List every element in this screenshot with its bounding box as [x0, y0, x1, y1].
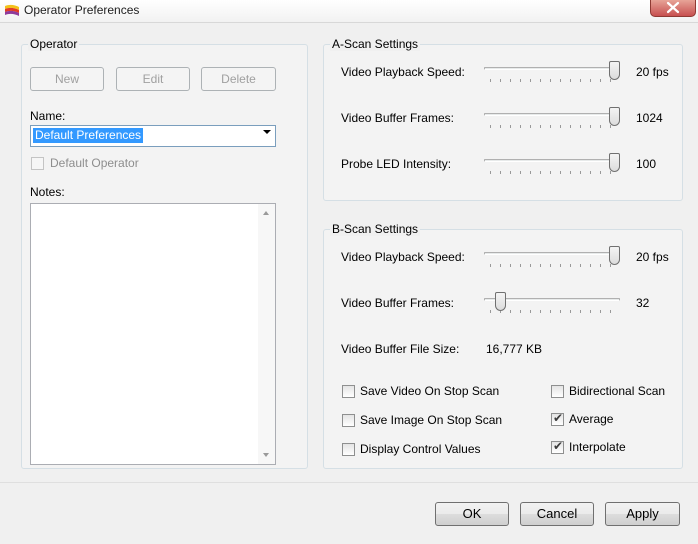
display-control-label: Display Control Values [360, 442, 481, 456]
bscan-playback-speed-slider[interactable] [484, 246, 620, 268]
slider-thumb[interactable] [609, 61, 620, 80]
chevron-down-icon[interactable] [263, 130, 271, 134]
bscan-group: B-Scan Settings Video Playback Speed: 20… [323, 222, 683, 469]
slider-thumb[interactable] [494, 292, 506, 311]
slider-thumb[interactable] [609, 107, 620, 126]
close-button[interactable] [650, 0, 696, 17]
bidirectional-label: Bidirectional Scan [569, 384, 666, 398]
average-checkbox[interactable]: ✔ [551, 411, 564, 426]
check-icon: ✔ [553, 439, 564, 453]
bscan-playback-speed-value: 20 fps [636, 250, 669, 264]
save-video-checkbox[interactable] [342, 385, 355, 398]
delete-button[interactable]: Delete [201, 67, 276, 91]
ok-button[interactable]: OK [435, 502, 509, 526]
bscan-buffer-file-size-label: Video Buffer File Size: [341, 342, 460, 356]
name-label: Name: [30, 109, 66, 123]
save-video-label: Save Video On Stop Scan [360, 384, 500, 398]
ascan-playback-speed-value: 20 fps [636, 65, 669, 79]
save-image-label: Save Image On Stop Scan [360, 413, 503, 427]
save-image-checkbox[interactable] [342, 414, 355, 427]
slider-thumb[interactable] [609, 246, 620, 265]
ascan-playback-speed-label: Video Playback Speed: [341, 65, 465, 79]
scroll-up-icon[interactable] [263, 211, 269, 215]
name-combobox[interactable]: Default Preferences [30, 125, 276, 147]
default-operator-checkbox[interactable] [31, 157, 44, 170]
app-logo-icon [5, 4, 19, 16]
operator-group: Operator New Edit Delete Name: Default P… [21, 37, 308, 469]
ascan-probe-led-value: 100 [636, 157, 657, 171]
ascan-probe-led-slider[interactable] [484, 153, 620, 175]
dialog-body: Operator New Edit Delete Name: Default P… [3, 24, 695, 482]
bscan-group-title: B-Scan Settings [330, 222, 421, 236]
bscan-buffer-frames-slider[interactable] [484, 292, 620, 314]
notes-scrollbar[interactable] [258, 204, 275, 464]
average-label: Average [569, 412, 614, 426]
display-control-checkbox[interactable] [342, 443, 355, 456]
new-button[interactable]: New [30, 67, 104, 91]
ascan-probe-led-label: Probe LED Intensity: [341, 157, 452, 171]
interpolate-label: Interpolate [569, 440, 626, 454]
check-icon: ✔ [553, 411, 564, 425]
slider-thumb[interactable] [609, 153, 620, 172]
window-title: Operator Preferences [24, 3, 140, 17]
name-combobox-value: Default Preferences [33, 128, 144, 143]
operator-group-title: Operator [28, 37, 80, 51]
notes-textarea[interactable] [30, 203, 276, 465]
bidirectional-checkbox[interactable] [551, 385, 564, 398]
ascan-playback-speed-slider[interactable] [484, 61, 620, 83]
ascan-group-title: A-Scan Settings [330, 37, 421, 51]
cancel-button[interactable]: Cancel [520, 502, 594, 526]
ascan-group: A-Scan Settings Video Playback Speed: 20… [323, 37, 683, 201]
edit-button[interactable]: Edit [116, 67, 190, 91]
notes-label: Notes: [30, 185, 65, 199]
bscan-playback-speed-label: Video Playback Speed: [341, 250, 465, 264]
dialog-footer: OK Cancel Apply [0, 483, 698, 544]
default-operator-label: Default Operator [50, 156, 139, 170]
close-icon [666, 1, 680, 14]
apply-button[interactable]: Apply [605, 502, 680, 526]
bscan-buffer-frames-value: 32 [636, 296, 650, 310]
bscan-buffer-frames-label: Video Buffer Frames: [341, 296, 454, 310]
ascan-buffer-frames-label: Video Buffer Frames: [341, 111, 454, 125]
ascan-buffer-frames-value: 1024 [636, 111, 663, 125]
bscan-buffer-file-size-value: 16,777 KB [486, 342, 543, 356]
scroll-down-icon[interactable] [263, 453, 269, 457]
interpolate-checkbox[interactable]: ✔ [551, 439, 564, 454]
ascan-buffer-frames-slider[interactable] [484, 107, 620, 129]
title-bar: Operator Preferences [0, 0, 698, 23]
